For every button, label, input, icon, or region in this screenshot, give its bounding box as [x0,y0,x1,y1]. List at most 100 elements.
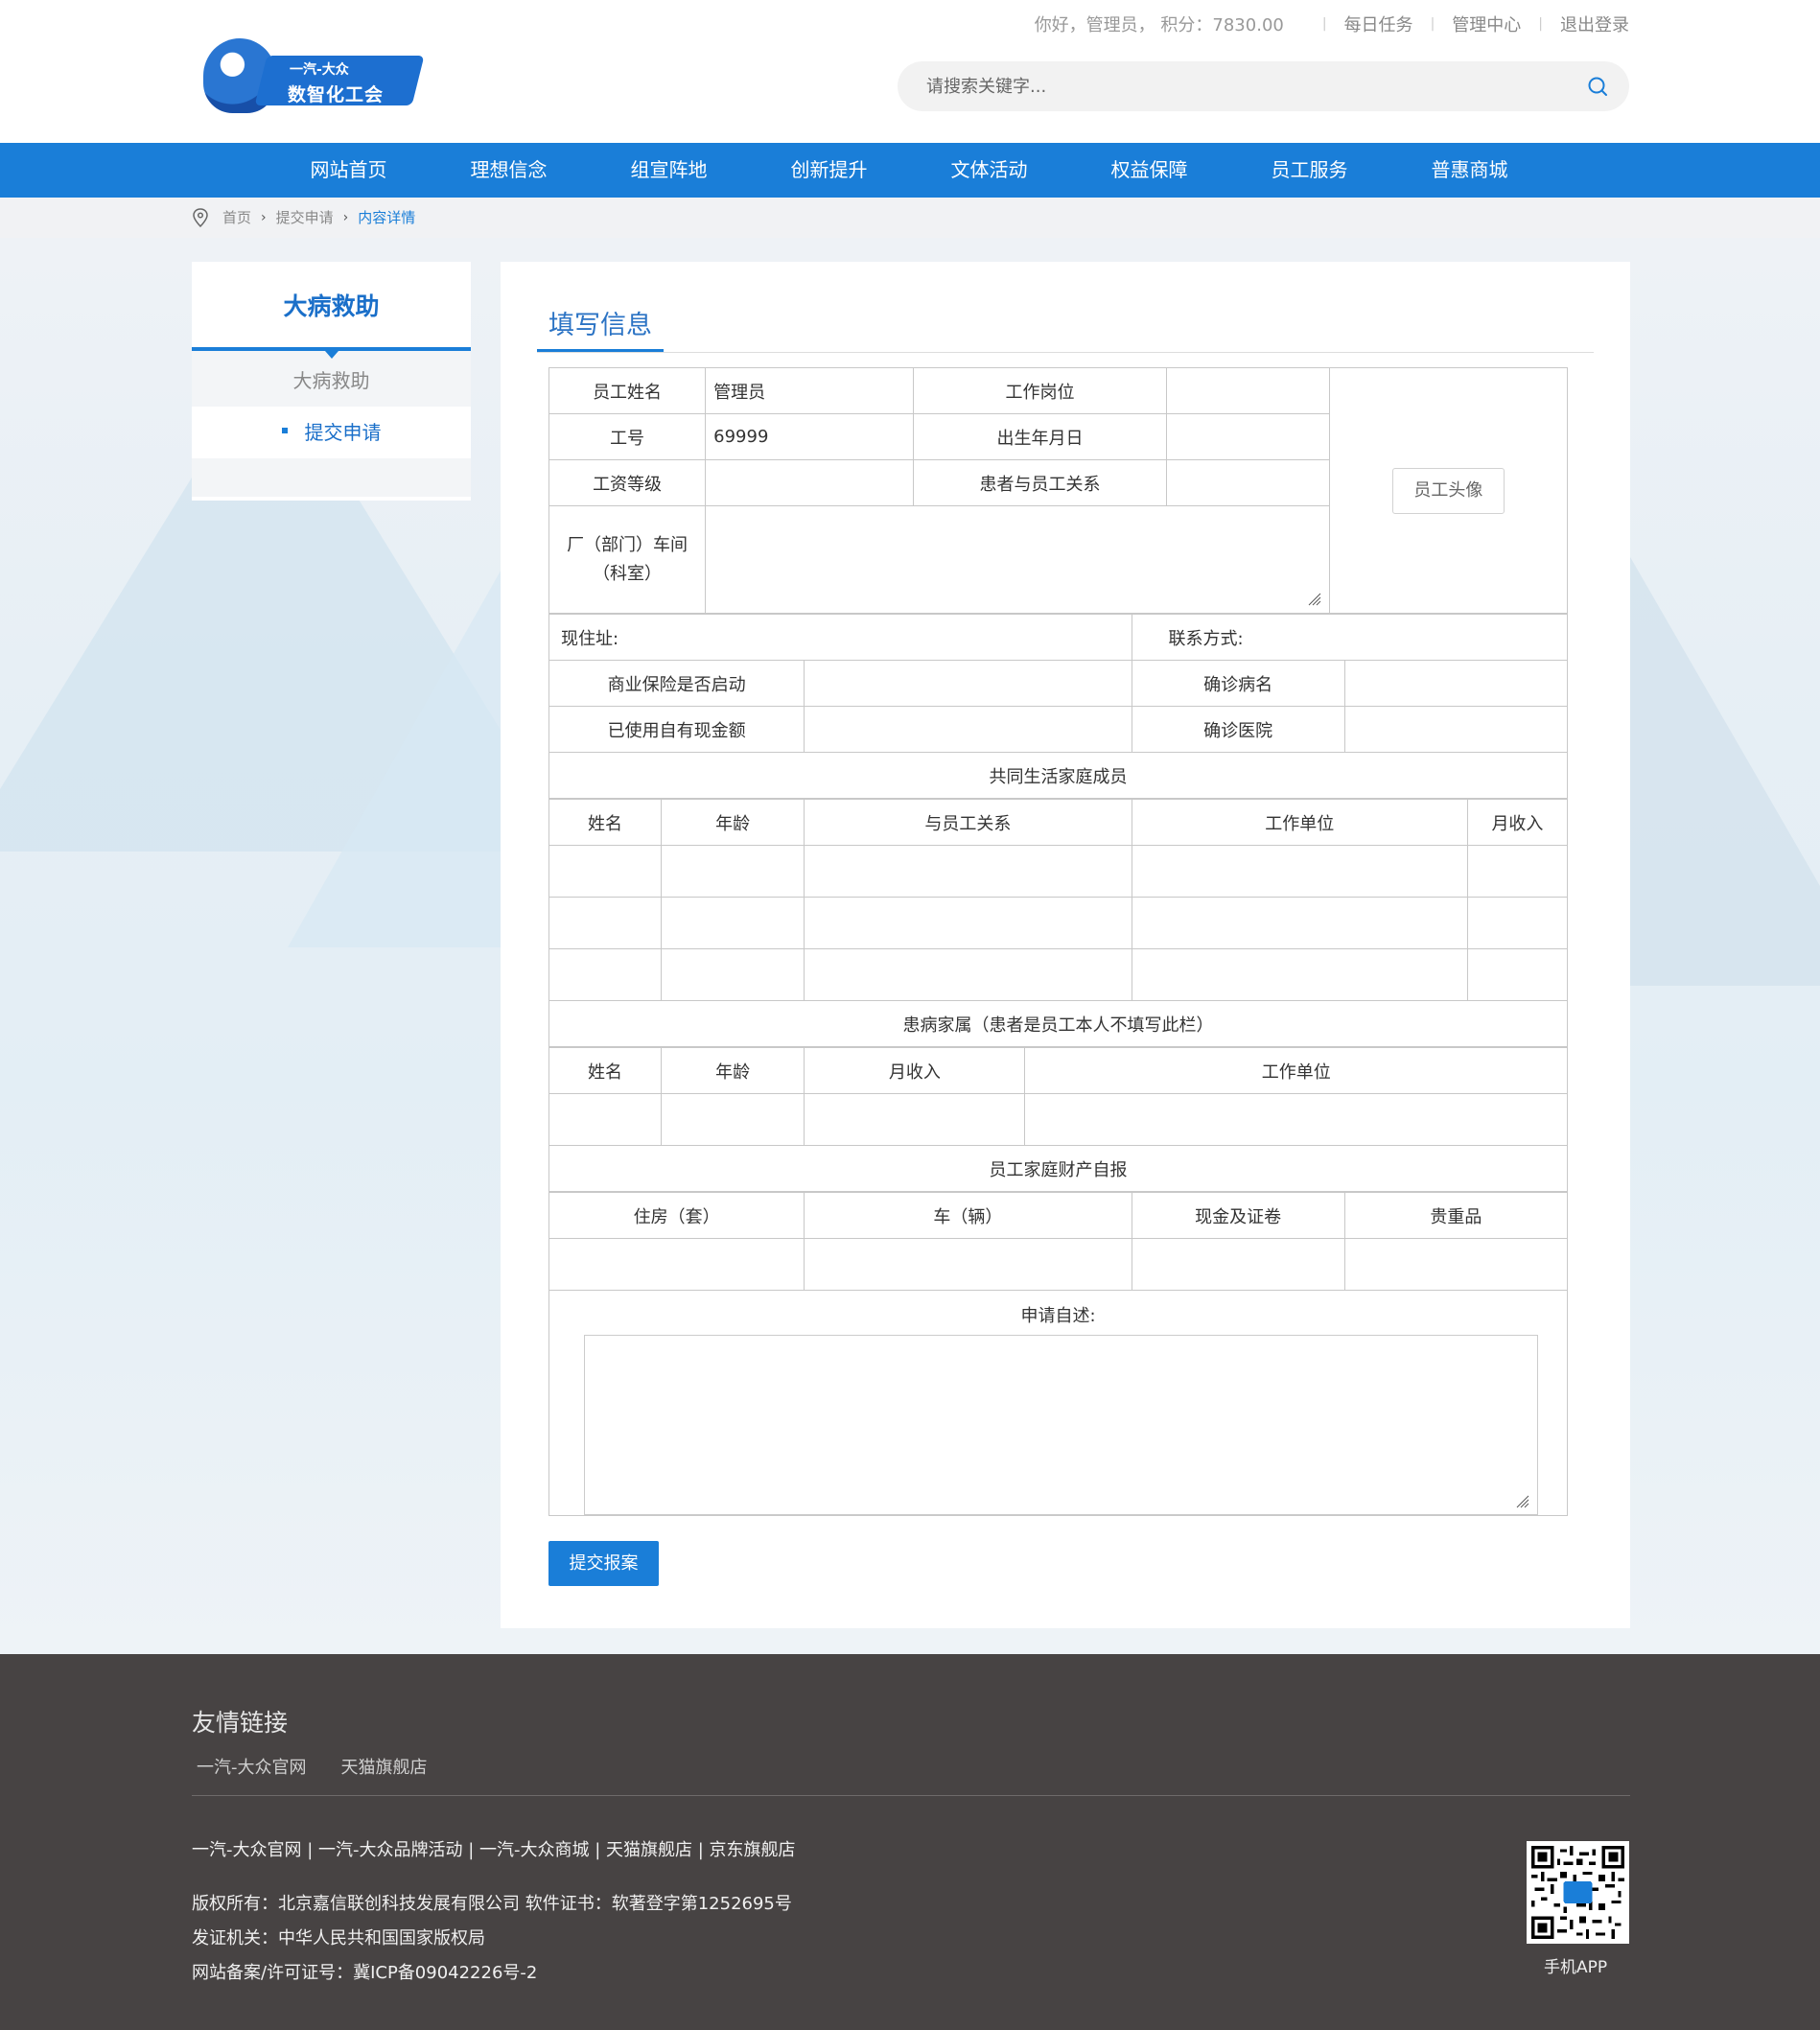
sidebar-item-submit[interactable]: 提交申请 [192,407,471,458]
hospital-field[interactable] [1343,706,1569,753]
table-cell[interactable] [1466,897,1569,949]
table-cell[interactable] [1131,845,1468,898]
assets-header-cash: 现金及证卷 [1131,1192,1345,1239]
table-cell[interactable] [661,897,805,949]
statement-textarea[interactable] [584,1335,1538,1515]
search-icon[interactable] [1587,76,1608,97]
department-textarea[interactable] [705,505,1330,614]
footer-links-row[interactable]: 一汽-大众官网 | 一汽-大众品牌活动 | 一汽-大众商城 | 天猫旗舰店 | … [192,1836,796,1861]
nav-item-mall[interactable]: 普惠商城 [1389,143,1550,198]
birth-field[interactable] [1165,413,1330,460]
application-form: 员工姓名 管理员 工作岗位 员工头像 工号 69999 出生年月日 工资等级 患… [548,367,1569,1516]
nav-item-publicity[interactable]: 组宣阵地 [589,143,749,198]
table-cell[interactable] [661,845,805,898]
patient-header-employer: 工作单位 [1024,1047,1568,1094]
daily-tasks-link[interactable]: 每日任务 [1344,12,1413,36]
table-cell[interactable] [1131,897,1468,949]
icp-text: 网站备案/许可证号：冀ICP备09042226号-2 [192,1963,538,1983]
submit-button[interactable]: 提交报案 [548,1541,659,1586]
salary-grade-field[interactable] [705,459,915,506]
site-header: 一汽-大众 数智化工会 你好，管理员， 积分：7830.00 | 每日任务 | … [0,0,1820,143]
logo-brand-text: 一汽-大众 [290,62,349,78]
location-pin-icon [193,207,208,227]
table-cell[interactable] [1024,1093,1568,1146]
issuer-text: 发证机关：中华人民共和国国家版权局 [192,1928,485,1948]
title-divider [537,352,1594,353]
search-bar [898,61,1629,111]
table-cell[interactable] [804,948,1132,1001]
table-cell[interactable] [548,897,663,949]
table-cell[interactable] [804,1093,1026,1146]
statement-label: 申请自述: [1020,1306,1096,1326]
diagnosis-field[interactable] [1343,660,1569,707]
address-field[interactable]: 现住址: [548,614,1132,661]
cash-used-field[interactable] [804,706,1132,753]
breadcrumb-home[interactable]: 首页 [222,207,251,227]
patient-family-section-title: 患病家属（患者是员工本人不填写此栏） [548,1000,1568,1047]
table-cell[interactable] [1131,1238,1345,1291]
table-cell[interactable] [1466,845,1569,898]
divider: | [1321,16,1327,32]
nav-item-innovation[interactable]: 创新提升 [749,143,909,198]
divider: | [1430,16,1435,32]
nav-item-culture[interactable]: 文体活动 [909,143,1069,198]
diagnosis-label: 确诊病名 [1131,660,1345,707]
friend-link-tmall[interactable]: 天猫旗舰店 [341,1754,428,1779]
nav-item-home[interactable]: 网站首页 [268,143,429,198]
department-label: 厂（部门）车间（科室） [548,505,707,614]
table-cell[interactable] [1466,948,1569,1001]
hospital-label: 确诊医院 [1131,706,1345,753]
insurance-label: 商业保险是否启动 [548,660,805,707]
bullet-icon [281,427,288,433]
employee-name-label: 员工姓名 [548,367,707,414]
table-cell[interactable] [548,1238,805,1291]
sidebar: 大病救助 大病救助 提交申请 [192,262,471,501]
table-cell[interactable] [804,1238,1132,1291]
friend-link-official[interactable]: 一汽-大众官网 [197,1754,307,1779]
mobile-app-label: 手机APP [1544,1958,1608,1977]
resize-handle-icon[interactable] [1514,1493,1529,1508]
nav-item-services[interactable]: 员工服务 [1229,143,1389,198]
sidebar-item-label: 提交申请 [304,421,382,444]
birth-label: 出生年月日 [913,413,1167,460]
relation-label: 患者与员工关系 [913,459,1167,506]
patient-header-age: 年龄 [661,1047,805,1094]
table-cell[interactable] [661,948,805,1001]
employee-name-value[interactable]: 管理员 [705,367,915,414]
patient-header-name: 姓名 [548,1047,663,1094]
employee-id-label: 工号 [548,413,707,460]
logout-link[interactable]: 退出登录 [1560,12,1629,36]
table-cell[interactable] [548,1093,663,1146]
relation-field[interactable] [1165,459,1330,506]
table-cell[interactable] [804,845,1132,898]
qr-code-icon [1527,1841,1629,1944]
salary-grade-label: 工资等级 [548,459,707,506]
search-input[interactable] [926,75,1559,98]
contact-field[interactable]: 联系方式: [1131,614,1569,661]
table-cell[interactable] [1131,948,1468,1001]
table-cell[interactable] [804,897,1132,949]
patient-header-income: 月收入 [804,1047,1026,1094]
insurance-field[interactable] [804,660,1132,707]
table-cell[interactable] [548,845,663,898]
family-header-relation: 与员工关系 [804,799,1132,846]
footer-title: 友情链接 [192,1709,289,1737]
resize-handle-icon[interactable] [1306,591,1321,606]
employee-id-value[interactable]: 69999 [705,413,915,460]
sidebar-item-illness-aid[interactable]: 大病救助 [192,351,471,407]
site-logo[interactable]: 一汽-大众 数智化工会 [199,35,425,117]
statement-cell: 申请自述: [548,1290,1568,1516]
chevron-right-icon: › [342,209,349,225]
table-cell[interactable] [661,1093,805,1146]
assets-section-title: 员工家庭财产自报 [548,1145,1568,1192]
nav-item-rights[interactable]: 权益保障 [1069,143,1229,198]
footer-divider [192,1795,1630,1796]
table-cell[interactable] [1343,1238,1569,1291]
table-cell[interactable] [548,948,663,1001]
admin-center-link[interactable]: 管理中心 [1452,12,1521,36]
friend-links: 一汽-大众官网 天猫旗舰店 [197,1754,428,1779]
job-position-field[interactable] [1165,367,1330,414]
nav-item-ideals[interactable]: 理想信念 [429,143,589,198]
breadcrumb-submit[interactable]: 提交申请 [276,207,334,227]
employee-avatar-button[interactable]: 员工头像 [1391,467,1505,514]
